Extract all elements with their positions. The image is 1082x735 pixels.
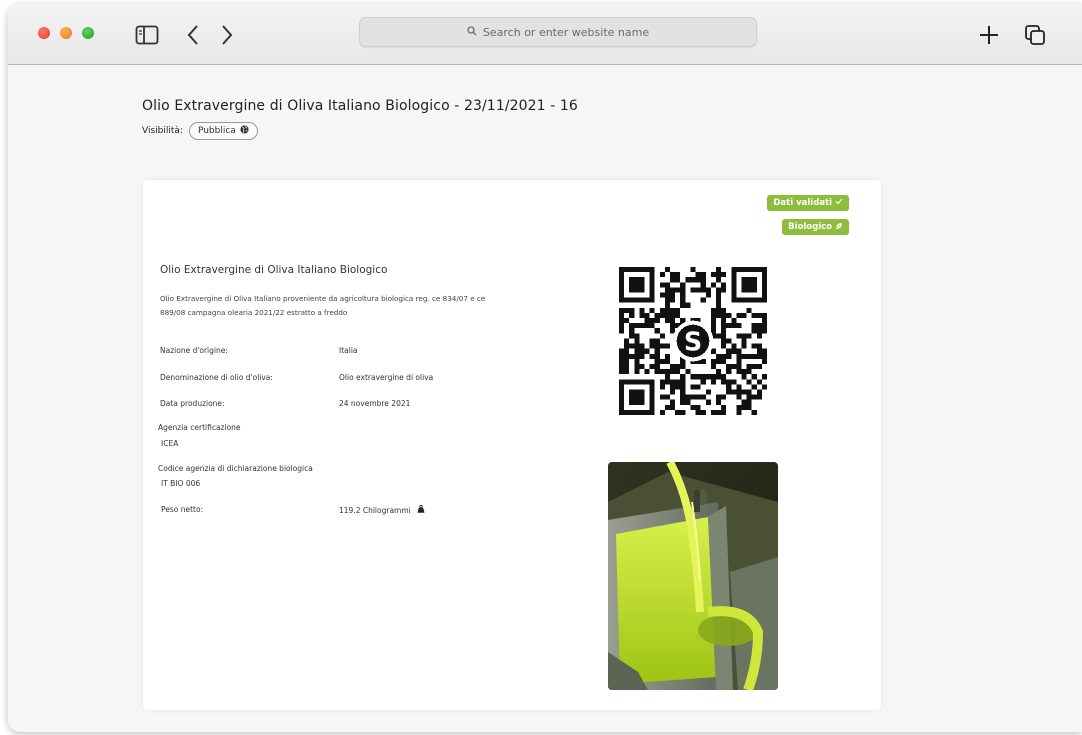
field-label: Denominazione di olio d'oliva: — [160, 373, 273, 382]
search-icon — [467, 25, 477, 39]
weight-icon — [417, 504, 425, 515]
field-value: Italia — [339, 346, 358, 355]
net-weight-value: 119.2 Chilogrammi — [339, 505, 411, 515]
bio-code-value: IT BIO 006 — [161, 479, 201, 488]
field-label: Data produzione: — [160, 399, 225, 408]
address-bar[interactable]: Search or enter website name — [359, 17, 757, 47]
page-title: Olio Extravergine di Oliva Italiano Biol… — [142, 98, 578, 114]
bio-code-label: Codice agenzia di dichiarazione biologic… — [158, 464, 313, 473]
tabs-icon[interactable] — [1022, 22, 1048, 48]
leaf-icon — [835, 222, 843, 233]
chevron-right-icon[interactable] — [214, 22, 240, 48]
cert-agency-value: ICEA — [161, 439, 179, 448]
minimize-window-button[interactable] — [60, 27, 72, 39]
product-card: Dati validati Biologico Olio Extravergin… — [143, 180, 881, 710]
globe-icon — [240, 125, 249, 137]
address-bar-placeholder: Search or enter website name — [482, 25, 650, 39]
validated-badge: Dati validati — [767, 195, 849, 211]
field-label: Nazione d'origine: — [160, 346, 228, 355]
field-value: Olio extravergine di oliva — [339, 373, 434, 382]
visibility-value: Pubblica — [197, 126, 236, 136]
visibility-toggle[interactable]: Pubblica — [188, 122, 258, 140]
zoom-window-button[interactable] — [82, 27, 94, 39]
visibility-label: Visibilità: — [142, 126, 183, 136]
close-window-button[interactable] — [38, 27, 50, 39]
product-description: Olio Extravergine di Oliva Italiano prov… — [160, 294, 486, 317]
net-weight-value-group: 119.2 Chilogrammi — [339, 504, 425, 515]
browser-toolbar: Search or enter website name — [8, 4, 1082, 65]
browser-window: Search or enter website name Olio Extrav… — [8, 4, 1082, 732]
qr-code: S — [619, 267, 767, 415]
svg-text:S: S — [684, 328, 702, 358]
net-weight-label: Peso netto: — [161, 505, 204, 514]
cert-agency-label: Agenzia certificazione — [158, 423, 241, 432]
chevron-left-icon[interactable] — [180, 22, 206, 48]
field-value: 24 novembre 2021 — [339, 399, 411, 408]
organic-badge: Biologico — [782, 219, 849, 235]
visibility-row: Visibilità: Pubblica — [142, 122, 258, 140]
olive-oil-photo — [608, 462, 778, 690]
organic-badge-label: Biologico — [788, 222, 832, 232]
product-name: Olio Extravergine di Oliva Italiano Biol… — [160, 264, 388, 276]
check-icon — [835, 198, 843, 208]
validated-badge-label: Dati validati — [773, 198, 832, 208]
plus-icon[interactable] — [976, 22, 1002, 48]
sidebar-icon[interactable] — [134, 22, 160, 48]
